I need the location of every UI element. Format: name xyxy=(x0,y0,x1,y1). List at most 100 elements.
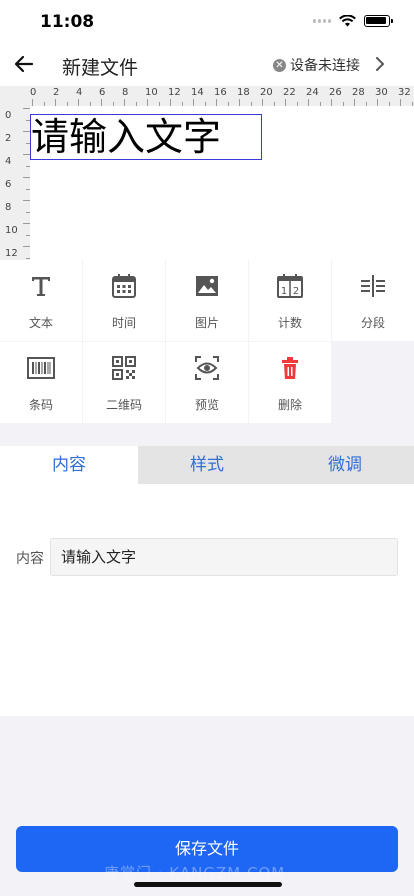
ruler-top-label: 26 xyxy=(329,87,342,98)
status-icons xyxy=(313,15,393,27)
tool-preview[interactable]: 预览 xyxy=(166,342,248,423)
ruler-left-label: 4 xyxy=(5,156,12,167)
status-time: 11:08 xyxy=(40,12,95,32)
ruler-tick xyxy=(23,246,30,247)
ruler-tick xyxy=(331,99,332,106)
ruler-tick xyxy=(262,99,263,106)
ruler-tick xyxy=(285,99,286,106)
ruler-tick xyxy=(181,102,183,106)
ruler-tick xyxy=(26,165,30,167)
tool-counter[interactable]: 1 2 计数 xyxy=(249,260,331,341)
tool-label: 图片 xyxy=(194,316,219,330)
x-circle-icon: ✕ xyxy=(273,58,286,72)
text-icon xyxy=(32,277,50,296)
ruler-top-label: 8 xyxy=(122,87,129,98)
ruler-tick xyxy=(23,223,30,224)
content-input[interactable]: 请输入文字 xyxy=(50,538,398,576)
ruler-left-label: 6 xyxy=(5,179,12,190)
ruler-tick xyxy=(411,102,413,106)
canvas-text-element[interactable]: 请输入文字 xyxy=(30,114,262,160)
ruler-tick xyxy=(388,102,390,106)
ruler-tick xyxy=(319,102,321,106)
calendar-icon xyxy=(112,274,136,298)
ruler-tick xyxy=(26,257,30,259)
status-bar: 11:08 xyxy=(0,0,414,44)
content-panel: 内容 请输入文字 xyxy=(0,484,414,716)
trash-icon xyxy=(282,357,298,379)
barcode-icon xyxy=(27,357,55,379)
ruler-top-label: 4 xyxy=(76,87,83,98)
ruler-left-label: 2 xyxy=(5,133,12,144)
image-icon xyxy=(196,276,218,296)
ruler-left-label: 8 xyxy=(5,202,12,213)
ruler-tick xyxy=(250,102,252,106)
tool-delete[interactable]: 删除 xyxy=(249,342,331,423)
tab-fine-tune[interactable]: 微调 xyxy=(276,446,414,484)
chevron-right-icon[interactable] xyxy=(374,57,386,71)
svg-text:2: 2 xyxy=(293,286,299,297)
ruler-tick xyxy=(308,99,309,106)
tool-text[interactable]: 文本 xyxy=(0,260,82,341)
tab-content[interactable]: 内容 xyxy=(0,446,138,484)
tool-label: 预览 xyxy=(194,398,219,412)
ruler-top-label: 16 xyxy=(214,87,227,98)
ruler-tick xyxy=(32,99,33,106)
ruler-tick xyxy=(273,102,275,106)
connection-status-label: 设备未连接 xyxy=(290,58,360,74)
ruler-tick xyxy=(112,102,114,106)
tool-time[interactable]: 时间 xyxy=(83,260,165,341)
tool-segment[interactable]: 分段 xyxy=(332,260,414,341)
ruler-tick xyxy=(204,102,206,106)
segment-icon xyxy=(361,275,385,297)
home-indicator xyxy=(134,882,282,887)
tab-style[interactable]: 样式 xyxy=(138,446,276,484)
ruler-tick xyxy=(227,102,229,106)
tool-label: 时间 xyxy=(111,316,136,330)
ruler-left-label: 12 xyxy=(5,248,18,259)
ruler-tick xyxy=(78,99,79,106)
ruler-tick xyxy=(23,154,30,155)
tool-label: 文本 xyxy=(28,316,53,330)
ruler-top-label: 24 xyxy=(306,87,319,98)
tool-label: 二维码 xyxy=(105,398,142,412)
ruler-tick xyxy=(296,102,298,106)
property-tabs: 内容 样式 微调 xyxy=(0,446,414,484)
tool-barcode[interactable]: 条码 xyxy=(0,342,82,423)
ruler-top-label: 2 xyxy=(53,87,60,98)
ruler-top-label: 28 xyxy=(352,87,365,98)
ruler-tick xyxy=(170,99,171,106)
ruler-tick xyxy=(23,177,30,178)
ruler-tick xyxy=(23,108,30,109)
ruler-left: 0 2 4 6 8 10 12 xyxy=(0,106,30,260)
ruler-top-label: 0 xyxy=(30,87,37,98)
ruler-tick xyxy=(239,99,240,106)
ruler-corner xyxy=(0,86,30,106)
ruler-tick xyxy=(147,99,148,106)
ruler-tick xyxy=(158,102,160,106)
ruler-top-label: 18 xyxy=(237,87,250,98)
ruler-tick xyxy=(400,99,401,106)
qrcode-icon xyxy=(112,356,136,380)
arrow-left-icon[interactable] xyxy=(12,52,36,76)
tool-label: 条码 xyxy=(28,398,53,412)
ruler-tick xyxy=(43,102,45,106)
tool-qrcode[interactable]: 二维码 xyxy=(83,342,165,423)
ruler-tick xyxy=(135,102,137,106)
tool-label: 分段 xyxy=(360,316,385,330)
tool-image[interactable]: 图片 xyxy=(166,260,248,341)
label-canvas[interactable]: 0 2 4 6 8 10 12 14 16 18 20 22 24 26 28 30 32 0 2 4 6 8 10 12 … xyxy=(0,86,414,260)
ruler-tick xyxy=(342,102,344,106)
watermark: 康掌门 · KANGZM.COM xyxy=(104,864,286,882)
signal-icon xyxy=(313,19,331,23)
ruler-top-label: 32 xyxy=(398,87,411,98)
battery-icon xyxy=(364,15,393,27)
connection-status[interactable]: ✕ 设备未连接 xyxy=(273,55,360,75)
wifi-icon xyxy=(339,15,356,27)
ruler-tick xyxy=(377,99,378,106)
ruler-tick xyxy=(365,102,367,106)
tool-label: 删除 xyxy=(277,398,302,412)
ruler-top-label: 30 xyxy=(375,87,388,98)
tool-label: 计数 xyxy=(277,316,302,330)
counter-icon: 1 2 xyxy=(277,274,303,298)
ruler-tick xyxy=(66,102,68,106)
